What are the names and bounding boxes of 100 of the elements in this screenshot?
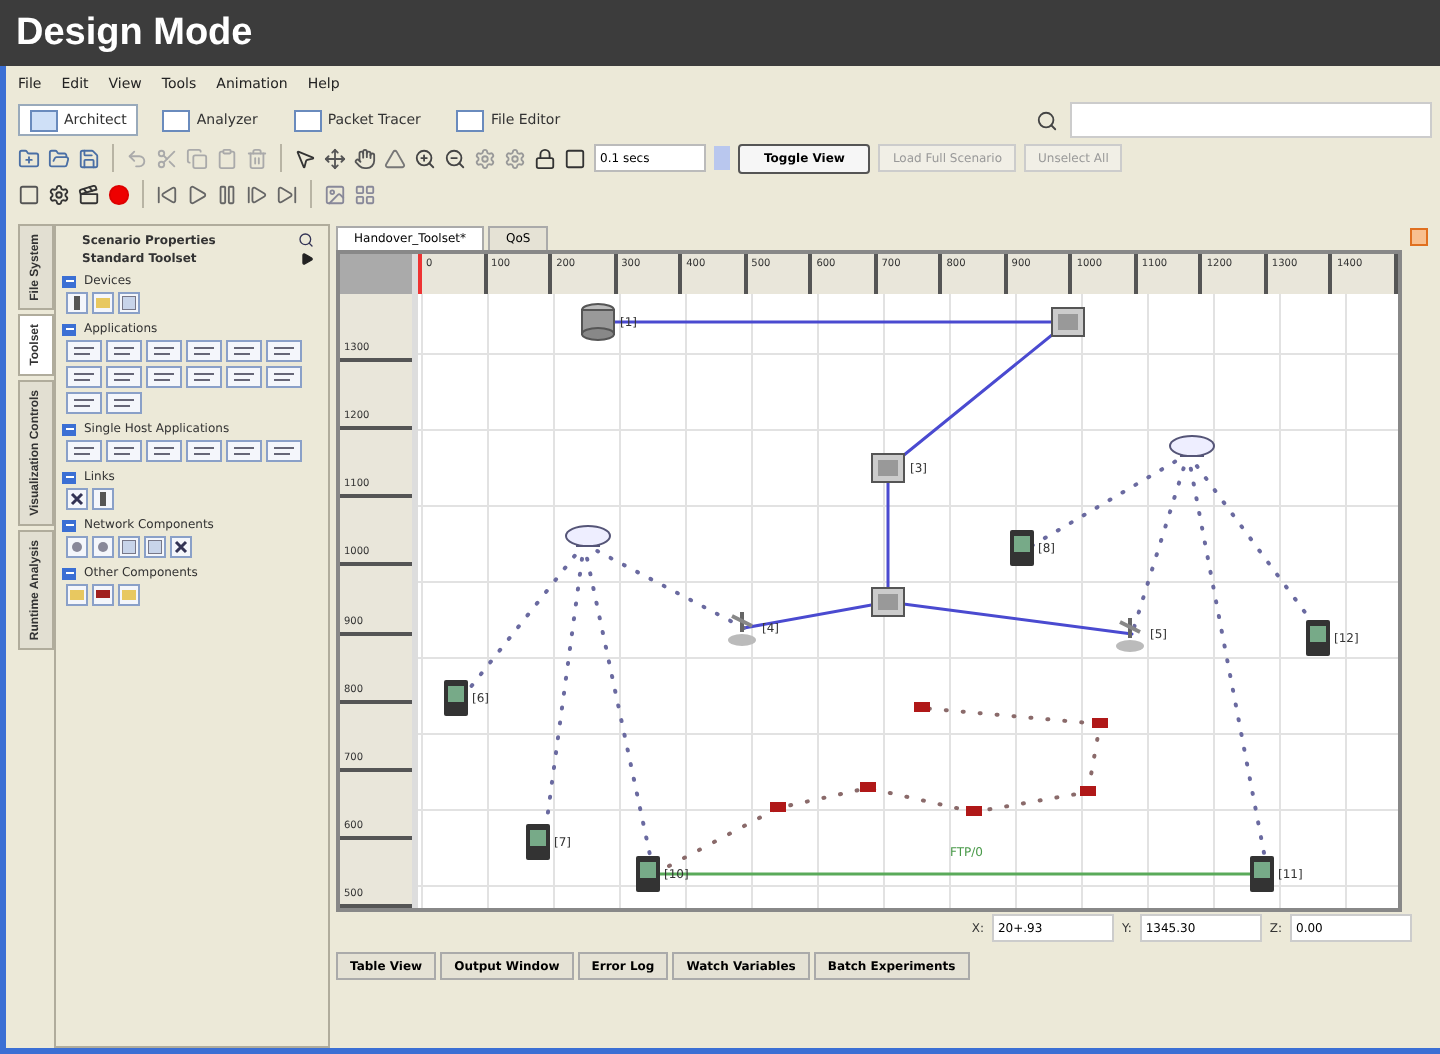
search-icon[interactable] bbox=[1036, 109, 1058, 131]
folder-icon bbox=[122, 588, 136, 602]
router-icon[interactable] bbox=[868, 582, 908, 622]
search-field[interactable] bbox=[1070, 102, 1432, 138]
app-tool-button[interactable] bbox=[226, 340, 262, 362]
phone-icon[interactable] bbox=[442, 678, 470, 718]
app-tool-button[interactable] bbox=[266, 440, 302, 462]
app-tool-button[interactable] bbox=[146, 340, 182, 362]
phone-icon[interactable] bbox=[524, 822, 552, 862]
layer-icon[interactable] bbox=[564, 147, 586, 169]
access-point-icon[interactable] bbox=[564, 524, 612, 552]
folder-icon bbox=[96, 296, 110, 310]
app-tool-button[interactable] bbox=[106, 392, 142, 414]
collapse-icon[interactable] bbox=[62, 275, 76, 287]
gear-icon[interactable] bbox=[48, 183, 70, 205]
app-tool-button[interactable] bbox=[66, 440, 102, 462]
grid-tool-button[interactable] bbox=[118, 292, 140, 314]
lines-icon bbox=[272, 344, 296, 358]
cross-icon bbox=[70, 492, 84, 506]
cross-icon bbox=[174, 540, 188, 554]
triangle-icon[interactable] bbox=[384, 147, 406, 169]
app-tool-button[interactable] bbox=[66, 340, 102, 362]
zoom-out-icon[interactable] bbox=[444, 147, 466, 169]
device-icon bbox=[96, 492, 110, 506]
lines-icon bbox=[72, 396, 96, 410]
ruler-corner bbox=[340, 254, 412, 294]
lines-icon bbox=[192, 444, 216, 458]
folder-icon[interactable] bbox=[48, 147, 70, 169]
app-tool-button[interactable] bbox=[146, 366, 182, 388]
phone-icon[interactable] bbox=[634, 854, 662, 894]
pause-icon[interactable] bbox=[216, 183, 238, 205]
collapse-icon[interactable] bbox=[62, 323, 76, 335]
app-tool-button[interactable] bbox=[186, 340, 222, 362]
select-box-icon[interactable] bbox=[18, 183, 40, 205]
clapperboard-icon[interactable] bbox=[78, 183, 100, 205]
image-icon[interactable] bbox=[324, 183, 346, 205]
device-icon bbox=[70, 296, 84, 310]
app-tool-button[interactable] bbox=[106, 440, 142, 462]
skip-back-icon[interactable] bbox=[156, 183, 178, 205]
pointer-icon[interactable] bbox=[294, 147, 316, 169]
flag-icon bbox=[96, 588, 110, 602]
lines-icon bbox=[232, 444, 256, 458]
phone-icon[interactable] bbox=[1008, 528, 1036, 568]
lines-icon bbox=[112, 370, 136, 384]
lock-icon[interactable] bbox=[534, 147, 556, 169]
hand-icon[interactable] bbox=[354, 147, 376, 169]
circle-icon bbox=[70, 540, 84, 554]
antenna-icon[interactable] bbox=[724, 608, 760, 648]
grid-tool-button[interactable] bbox=[144, 536, 166, 558]
app-tool-button[interactable] bbox=[186, 366, 222, 388]
app-tool-button[interactable] bbox=[106, 340, 142, 362]
save-icon[interactable] bbox=[78, 147, 100, 169]
collapse-icon[interactable] bbox=[62, 423, 76, 435]
phone-icon[interactable] bbox=[1248, 854, 1276, 894]
zoom-in-icon[interactable] bbox=[414, 147, 436, 169]
lines-icon bbox=[152, 370, 176, 384]
lines-icon bbox=[112, 396, 136, 410]
circle-icon bbox=[96, 540, 110, 554]
app-tool-button[interactable] bbox=[66, 392, 102, 414]
app-tool-button[interactable] bbox=[106, 366, 142, 388]
network-tool-button[interactable] bbox=[66, 536, 88, 558]
router-icon[interactable] bbox=[1048, 302, 1088, 342]
app-tool-button[interactable] bbox=[66, 366, 102, 388]
lines-icon bbox=[232, 370, 256, 384]
app-tool-button[interactable] bbox=[266, 366, 302, 388]
app-tool-button[interactable] bbox=[146, 440, 182, 462]
collapse-icon[interactable] bbox=[62, 519, 76, 531]
clipboard-icon[interactable] bbox=[216, 147, 238, 169]
link-tool-button[interactable] bbox=[170, 536, 192, 558]
flag-tool-button[interactable] bbox=[92, 584, 114, 606]
network-tool-button[interactable] bbox=[92, 536, 114, 558]
server-icon[interactable] bbox=[578, 302, 618, 342]
search-icon[interactable] bbox=[298, 232, 314, 248]
lines-icon bbox=[232, 344, 256, 358]
device-tool-button[interactable] bbox=[92, 488, 114, 510]
lines-icon bbox=[272, 444, 296, 458]
phone-icon[interactable] bbox=[1304, 618, 1332, 658]
step-icon[interactable] bbox=[246, 183, 268, 205]
new-folder-icon[interactable] bbox=[18, 147, 40, 169]
app-tool-button[interactable] bbox=[226, 366, 262, 388]
grid-tool-button[interactable] bbox=[118, 536, 140, 558]
collapse-icon[interactable] bbox=[62, 471, 76, 483]
app-tool-button[interactable] bbox=[266, 340, 302, 362]
link-tool-button[interactable] bbox=[66, 488, 88, 510]
app-tool-button[interactable] bbox=[226, 440, 262, 462]
skip-forward-icon[interactable] bbox=[276, 183, 298, 205]
grid-icon[interactable] bbox=[354, 183, 376, 205]
page-title: Design Mode bbox=[16, 11, 253, 55]
play-icon[interactable] bbox=[300, 252, 314, 266]
lines-icon bbox=[152, 344, 176, 358]
access-point-icon[interactable] bbox=[1168, 434, 1216, 462]
record-icon[interactable] bbox=[108, 183, 130, 205]
lines-icon bbox=[72, 444, 96, 458]
antenna-icon[interactable] bbox=[1112, 614, 1148, 654]
move-icon[interactable] bbox=[324, 147, 346, 169]
device-tool-button[interactable] bbox=[66, 292, 88, 314]
router-icon[interactable] bbox=[868, 448, 908, 488]
app-tool-button[interactable] bbox=[186, 440, 222, 462]
collapse-icon[interactable] bbox=[62, 567, 76, 579]
lines-icon bbox=[72, 344, 96, 358]
